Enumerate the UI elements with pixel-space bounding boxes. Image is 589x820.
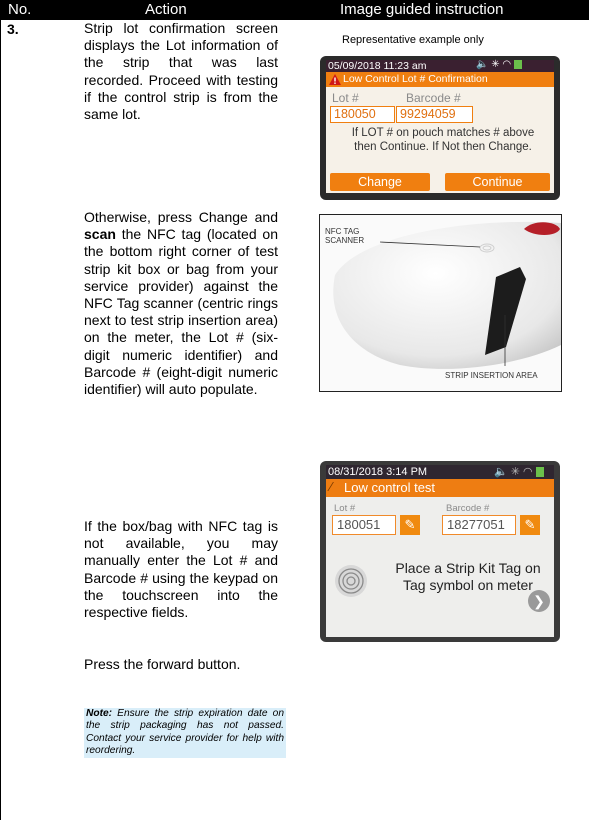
edit-lot-icon[interactable]: ✎ [400, 515, 420, 535]
action-paragraph-2: Otherwise, press Change and scan the NFC… [84, 209, 278, 398]
change-button[interactable]: Change [330, 173, 430, 191]
warning-icon [329, 74, 341, 85]
status-icons: 🔈 ✳ ◠ [476, 59, 522, 70]
status-datetime: 08/31/2018 3:14 PM [328, 466, 428, 478]
volume-icon: 🔈 [494, 466, 508, 478]
screen-body: Lot # Barcode # 180051 ✎ 18277051 ✎ Plac… [326, 497, 554, 637]
battery-icon [513, 59, 522, 69]
test-tube-icon: ∕ [330, 479, 333, 494]
barcode-label: Barcode # [446, 503, 490, 514]
status-datetime: 05/09/2018 11:23 am [328, 60, 427, 72]
action-paragraph-3: If the box/bag with NFC tag is not avail… [84, 518, 278, 621]
action-paragraph-1: Strip lot confirmation screen displays t… [84, 20, 278, 123]
table-border-left [0, 20, 1, 820]
lot-confirmation-screen: 05/09/2018 11:23 am 🔈 ✳ ◠ Low Control Lo… [320, 56, 560, 200]
scan-emphasis: scan [84, 226, 116, 243]
lot-field[interactable]: 180051 [332, 515, 396, 535]
status-icons: 🔈 ✳ ◠ [494, 465, 544, 478]
nfc-scanner-label: NFC TAG SCANNER [325, 227, 365, 245]
battery-icon [535, 467, 544, 478]
forward-button[interactable]: ❯ [528, 590, 550, 612]
lot-label: Lot # [334, 503, 356, 514]
wifi-icon: ◠ [502, 59, 512, 70]
screen-title-bar: Low Control Lot # Confirmation [326, 72, 554, 87]
note-label: Note: [86, 708, 113, 719]
tag-instruction-message: Place a Strip Kit Tag on Tag symbol on m… [395, 560, 541, 593]
status-bar: 05/09/2018 11:23 am 🔈 ✳ ◠ [326, 59, 554, 72]
lot-label: Lot # [332, 91, 359, 105]
wifi-icon: ◠ [523, 466, 533, 478]
lot-field[interactable]: 180050 [330, 106, 395, 123]
low-control-test-screen: 08/31/2018 3:14 PM 🔈 ✳ ◠ ∕ Low control t… [320, 461, 560, 642]
note-box: Note: Ensure the strip expiration date o… [84, 708, 286, 758]
edit-barcode-icon[interactable]: ✎ [520, 515, 540, 535]
col-image-header: Image guided instruction [340, 1, 504, 18]
col-no-header: No. [8, 1, 32, 18]
barcode-field[interactable]: 99294059 [396, 106, 473, 123]
col-action-header: Action [145, 1, 187, 18]
meter-photo: NFC TAG SCANNER STRIP INSERTION AREA [319, 214, 562, 392]
row-number: 3. [7, 21, 19, 37]
table-header: No. Action Image guided instruction [0, 0, 589, 20]
bluetooth-icon: ✳ [491, 59, 500, 70]
nfc-tag-icon [335, 565, 367, 597]
screen-title-bar: ∕ Low control test [326, 479, 554, 497]
strip-insertion-label: STRIP INSERTION AREA [445, 371, 538, 380]
barcode-label: Barcode # [406, 91, 461, 105]
confirmation-message: If LOT # on pouch matches # above then C… [351, 127, 535, 153]
status-bar: 08/31/2018 3:14 PM 🔈 ✳ ◠ [326, 465, 554, 479]
bluetooth-icon: ✳ [510, 466, 520, 478]
caption: Representative example only [342, 34, 484, 46]
screen-title: Low Control Lot # Confirmation [343, 73, 488, 85]
note-text: Ensure the strip expiration date on the … [86, 708, 284, 757]
action-paragraph-4: Press the forward button. [84, 656, 241, 672]
screen-title: Low control test [344, 480, 436, 495]
continue-button[interactable]: Continue [445, 173, 550, 191]
screen-body: Lot # Barcode # 180050 99294059 If LOT #… [326, 87, 554, 193]
barcode-field[interactable]: 18277051 [442, 515, 516, 535]
volume-icon: 🔈 [476, 59, 489, 70]
